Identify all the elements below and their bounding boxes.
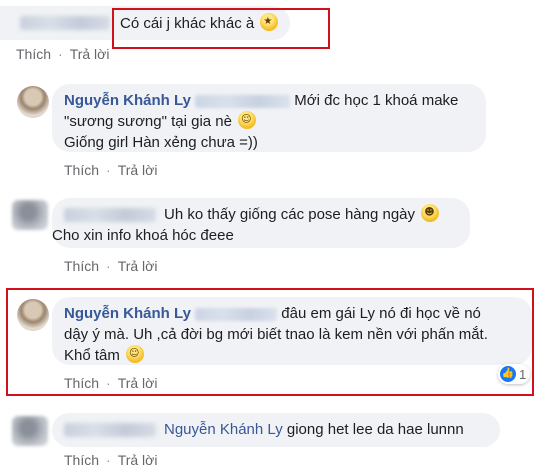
comment-actions-2: Thích · Trả lời: [64, 162, 158, 178]
like-link[interactable]: Thích: [16, 46, 51, 62]
comment-bubble-3: Uh ko thấy giống các pose hàng ngày ☻ Ch…: [52, 198, 470, 248]
comment-bubble-5: Nguyễn Khánh Ly giong het lee da hae lun…: [52, 413, 500, 447]
reply-link[interactable]: Trả lời: [118, 375, 158, 391]
comment-actions-5: Thích · Trả lời: [64, 452, 158, 468]
like-link[interactable]: Thích: [64, 375, 99, 391]
avatar[interactable]: [12, 416, 48, 446]
reply-link[interactable]: Trả lời: [118, 258, 158, 274]
like-link[interactable]: Thích: [64, 162, 99, 178]
blurred-author: [64, 208, 156, 222]
comment-actions-3: Thích · Trả lời: [64, 258, 158, 274]
blurred-author: [64, 423, 156, 437]
mention-link[interactable]: Nguyễn Khánh Ly: [164, 421, 283, 438]
reply-link[interactable]: Trả lời: [118, 452, 158, 468]
blurred-mention: [195, 94, 291, 108]
blurred-author: [20, 16, 110, 30]
like-link[interactable]: Thích: [64, 258, 99, 274]
like-link[interactable]: Thích: [64, 452, 99, 468]
avatar[interactable]: [12, 200, 48, 230]
reply-link[interactable]: Trả lời: [118, 162, 158, 178]
comment-actions-1: Thích · Trả lời: [16, 46, 110, 62]
author-name[interactable]: Nguyễn Khánh Ly: [64, 92, 191, 109]
avatar[interactable]: [17, 86, 49, 118]
highlight-box-1: [112, 8, 330, 49]
grinning-sweat-emoji-icon: ☺: [238, 111, 257, 129]
comment-bubble-2: Nguyễn Khánh Ly Mới đc học 1 khoá make "…: [52, 84, 486, 152]
reply-link[interactable]: Trả lời: [70, 46, 110, 62]
comment-actions-4: Thích · Trả lời: [64, 375, 158, 391]
grinning-emoji-icon: ☻: [421, 204, 440, 222]
